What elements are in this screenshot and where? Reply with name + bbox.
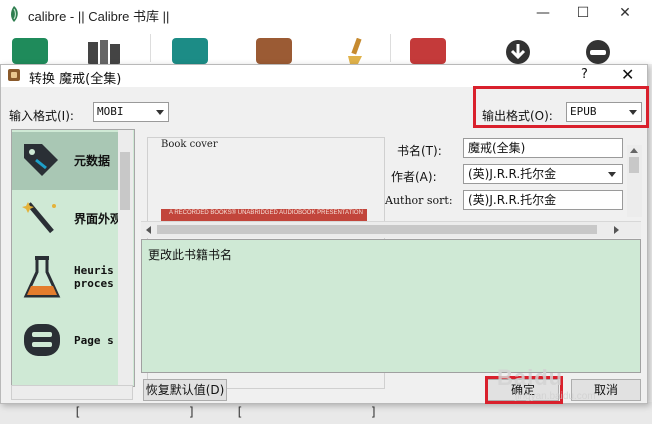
edit-metadata-icon[interactable] [86,38,122,64]
sidebar-item-label: Heuris proces [74,264,114,290]
help-text-panel: 更改此书籍书名 [141,239,641,373]
scrollbar-thumb[interactable] [120,152,130,210]
download-icon[interactable] [500,38,536,64]
calibre-logo-icon [11,6,18,22]
metadata-tag-icon [24,144,58,176]
chevron-down-icon [156,110,164,115]
main-close-button[interactable]: ✕ [608,2,642,24]
sidebar-item-heuristic[interactable]: Heuris proces [12,250,118,308]
title-value: 魔戒(全集) [468,141,526,155]
scroll-left-icon[interactable] [146,226,151,234]
flask-icon [23,256,61,298]
status-fragment: ] [188,405,196,419]
help-text: 更改此书籍书名 [148,248,233,262]
author-value: (英)J.R.R.托尔金 [468,167,557,181]
output-format-select[interactable]: EPUB [566,102,642,122]
title-label: 书名(T): [397,144,442,158]
sidebar-item-page-setup[interactable]: Page s [12,312,118,370]
main-toolbar [0,28,652,64]
metadata-scrollbar[interactable] [627,145,642,217]
minimize-button[interactable]: — [526,2,560,24]
main-window-title: calibre - || Calibre 书库 || [28,9,170,24]
status-fragment: ] [370,405,378,419]
status-bar: [ ] [ ] [0,402,652,424]
sidebar-scrollbar[interactable] [118,130,133,386]
options-sidebar: 元数据 界面外观 Heuris proces Page s [11,129,135,387]
brush-icon[interactable] [338,38,374,64]
toggle-icon [24,324,60,356]
author-sort-label: Author sort: [385,194,453,207]
view-book-icon[interactable] [256,38,292,64]
sidebar-item-label: 元数据 [74,154,111,168]
convert-dialog: 转换 魔戒(全集) ? ✕ 输入格式(I): MOBI 输出格式(O): EPU… [0,64,649,404]
output-format-label: 输出格式(O): [482,109,553,123]
metadata-horizontal-scrollbar[interactable] [141,221,641,238]
input-format-value: MOBI [97,105,124,118]
scroll-up-icon[interactable] [630,148,638,153]
author-sort-value: (英)J.R.R.托尔金 [468,193,557,207]
main-window-titlebar: calibre - || Calibre 书库 || — ☐ ✕ [0,0,652,28]
status-fragment: [ [236,405,244,419]
cover-label: Book cover [161,139,218,150]
restore-defaults-button[interactable]: 恢复默认值(D) [143,379,227,401]
title-input[interactable]: 魔戒(全集) [463,138,623,158]
sidebar-item-label: 界面外观 [74,212,123,226]
remove-books-icon[interactable] [410,38,446,64]
connect-share-icon[interactable] [580,38,616,64]
output-format-value: EPUB [570,105,597,118]
scroll-right-icon[interactable] [614,226,619,234]
chevron-down-icon [629,110,637,115]
convert-app-icon [8,69,20,81]
watermark-brand: Baidu [497,365,564,390]
toolbar-separator [150,34,151,62]
sidebar-item-metadata[interactable]: 元数据 [12,132,118,190]
sidebar-horizontal-scrollbar[interactable] [11,385,133,400]
scrollbar-thumb[interactable] [157,225,597,234]
scrollbar-thumb[interactable] [629,157,639,173]
author-select[interactable]: (英)J.R.R.托尔金 [463,164,623,184]
watermark-url: jingyan.baidu.com [515,391,596,402]
input-format-label: 输入格式(I): [9,109,74,123]
dialog-close-button[interactable]: ✕ [621,65,634,84]
magic-wand-icon [22,202,56,234]
input-format-select[interactable]: MOBI [93,102,169,122]
author-label: 作者(A): [391,170,437,184]
maximize-button[interactable]: ☐ [566,2,600,24]
toolbar-separator [390,34,391,62]
dialog-titlebar: 转换 魔戒(全集) ? ✕ [1,65,647,87]
sidebar-item-label: Page s [74,334,114,347]
author-sort-input[interactable]: (英)J.R.R.托尔金 [463,190,623,210]
cover-image-text: A RECORDED BOOKS® UNABRIDGED AUDIOBOOK P… [169,210,363,216]
status-fragment: [ [74,405,82,419]
sidebar-item-look-feel[interactable]: 界面外观 [12,190,122,248]
chevron-down-icon [608,172,616,177]
add-books-icon[interactable] [12,38,48,64]
help-button[interactable]: ? [581,67,588,82]
convert-books-icon[interactable] [172,38,208,64]
dialog-title: 转换 魔戒(全集) [29,72,122,87]
